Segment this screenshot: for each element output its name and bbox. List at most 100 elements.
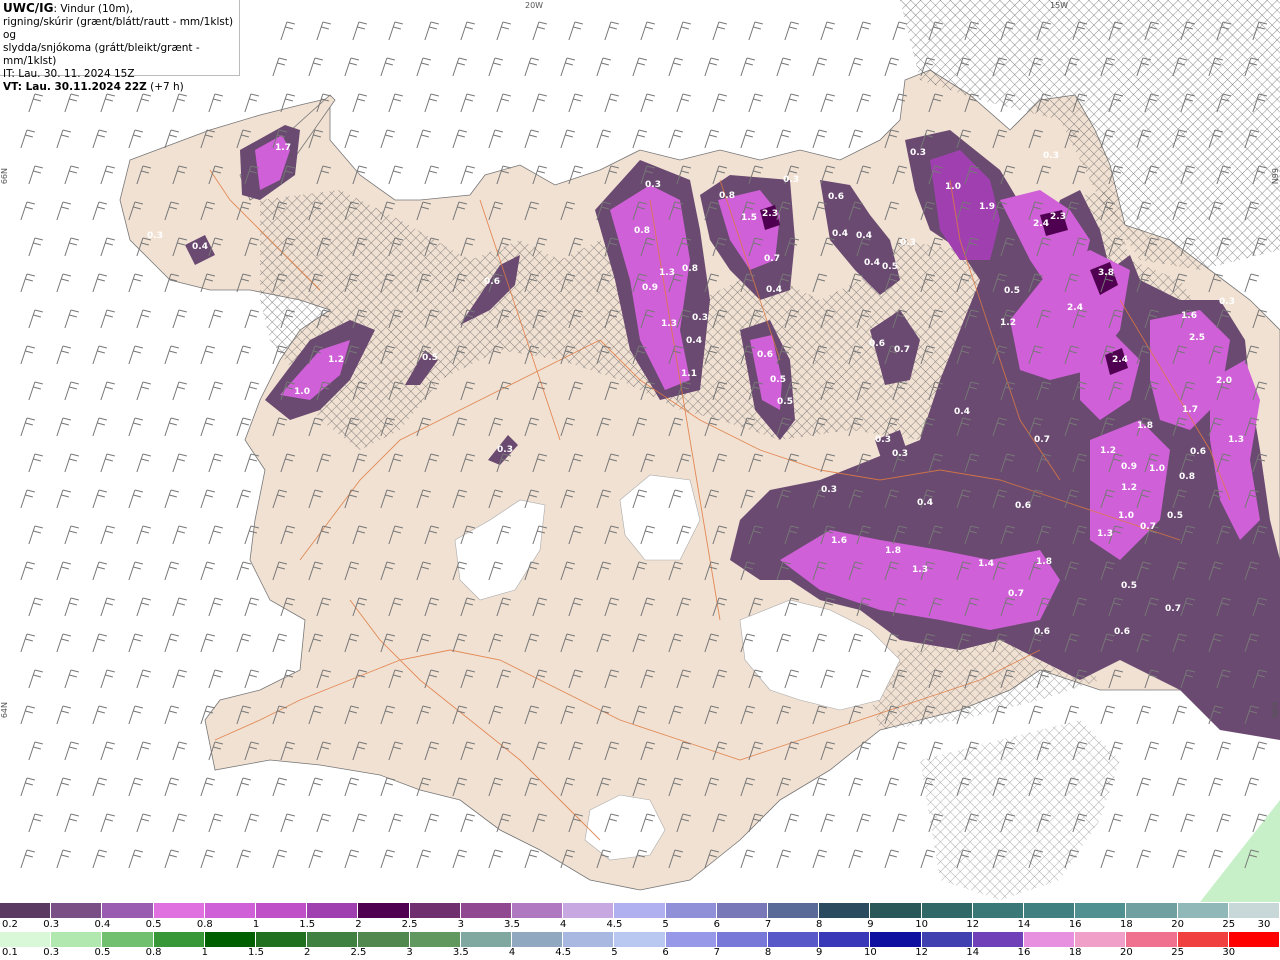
wind-barb (740, 57, 756, 77)
wind-barb (100, 669, 116, 689)
wind-barb (488, 57, 504, 77)
wind-barb (244, 381, 260, 401)
wind-barb (1244, 777, 1260, 797)
wind-barb (460, 93, 476, 113)
wind-barb (632, 57, 648, 77)
legend-tick-label: 30 (1222, 947, 1236, 958)
precip-amount-label: 1.2 (1000, 318, 1016, 328)
legend-tick-label: 3.5 (452, 947, 469, 958)
legend-tick-label: 14 (966, 947, 980, 958)
wind-barb (740, 129, 756, 149)
legend-tick-label: 2 (355, 919, 362, 930)
wind-barb (280, 21, 296, 41)
wind-barb (1172, 705, 1188, 725)
wind-barb (136, 597, 152, 617)
precip-amount-label: 0.5 (1167, 511, 1183, 521)
description-line-snow: slydda/snjókoma (grátt/bleikt/grænt - mm… (3, 42, 200, 67)
wind-barb (56, 489, 72, 509)
wind-barb (1136, 777, 1152, 797)
wind-barb (812, 777, 828, 797)
wind-barb (200, 777, 216, 797)
wind-barb (892, 813, 908, 833)
precip-amount-label: 1.2 (1121, 483, 1137, 493)
wind-barb (280, 813, 296, 833)
precip-amount-label: 0.7 (1165, 604, 1181, 614)
legend-swatch (563, 932, 615, 947)
wind-barb (172, 525, 188, 545)
wind-barb (164, 849, 180, 869)
precip-amount-label: 1.6 (1181, 311, 1197, 321)
wind-barb (640, 21, 656, 41)
precip-amount-label: 1.0 (294, 387, 310, 397)
legend-tick-label: 30 (1257, 919, 1271, 930)
wind-barb (1172, 849, 1188, 869)
wind-barb (1136, 849, 1152, 869)
legend-swatch (1126, 903, 1178, 918)
grid-label-15w: 15W (1050, 1, 1069, 10)
legend-tick-label: 25 (1222, 919, 1236, 930)
precip-amount-label: 0.5 (422, 353, 438, 363)
map-canvas[interactable]: 1.70.40.31.21.00.50.60.30.30.80.81.3 0.81… (0, 0, 1280, 902)
wind-barb (136, 309, 152, 329)
wind-barb (164, 417, 180, 437)
legend-tick-label: 0.5 (94, 947, 111, 958)
wind-barb (596, 57, 612, 77)
wind-barb (676, 21, 692, 41)
precip-amount-label: 0.7 (764, 254, 780, 264)
legend-rain-labels: 0.1 0.3 0.5 0.8 1 1.5 2 2.5 3 3.5 4 4.5 5 6 7 8 9 10 12 14 1… (0, 947, 1280, 959)
wind-barb (784, 813, 800, 833)
precip-amount-label: 0.3 (783, 175, 799, 185)
wind-barb (172, 309, 188, 329)
precip-amount-label: 0.8 (682, 264, 698, 274)
wind-barb (676, 93, 692, 113)
valid-time: VT: Lau. 30.11.2024 22Z (3, 81, 147, 93)
wind-barb (820, 93, 836, 113)
wind-barb (100, 381, 116, 401)
wind-barb (712, 93, 728, 113)
precip-amount-label: 2.5 (1189, 333, 1205, 343)
legend-swatch (870, 932, 922, 947)
wind-barb (64, 93, 80, 113)
legend-tick-label: 1 (252, 919, 260, 930)
wind-barb (1216, 813, 1232, 833)
precip-amount-label: 1.7 (275, 143, 291, 153)
precip-amount-label: 0.6 (869, 339, 885, 349)
wind-barb (308, 777, 324, 797)
wind-barb (92, 633, 108, 653)
wind-barb (1252, 741, 1268, 761)
wind-barb (604, 21, 620, 41)
legend-tick-label: 7 (713, 947, 720, 958)
legend-swatch (512, 932, 564, 947)
wind-barb (1180, 741, 1196, 761)
legend-swatch (358, 903, 410, 918)
legend-swatch (512, 903, 564, 918)
precip-amount-label: 0.3 (892, 449, 908, 459)
wind-barb (172, 813, 188, 833)
wind-barb (352, 813, 368, 833)
precip-amount-label: 0.7 (1140, 522, 1156, 532)
wind-barb (92, 273, 108, 293)
precip-amount-label: 2.3 (762, 209, 778, 219)
wind-barb (388, 21, 404, 41)
wind-barb (208, 669, 224, 689)
precip-amount-label: 1.4 (978, 559, 994, 569)
wind-barb (460, 21, 476, 41)
legend-rain-colorbar (0, 932, 1280, 947)
precip-amount-label: 0.8 (719, 191, 735, 201)
wind-barb (856, 93, 872, 113)
wind-barb (56, 273, 72, 293)
legend-tick-label: 1 (201, 947, 208, 958)
wind-barb (208, 93, 224, 113)
legend-swatch (460, 903, 513, 918)
wind-barb (200, 561, 216, 581)
legend-tick-label: 6 (662, 947, 669, 958)
wind-barb (524, 57, 540, 77)
legend-swatch (307, 903, 359, 918)
legend-tick-label: 2.5 (401, 919, 418, 930)
wind-barb (244, 597, 260, 617)
wind-barb (344, 777, 360, 797)
legend-swatch (921, 903, 973, 918)
wind-barb (424, 165, 440, 185)
wind-barb (164, 777, 180, 797)
weather-map[interactable]: 1.7 0.4 0.3 1.2 1.0 0.5 0.6 0.3 0.3 0.8 0.8 1.3 0.8 1… (0, 0, 1280, 902)
